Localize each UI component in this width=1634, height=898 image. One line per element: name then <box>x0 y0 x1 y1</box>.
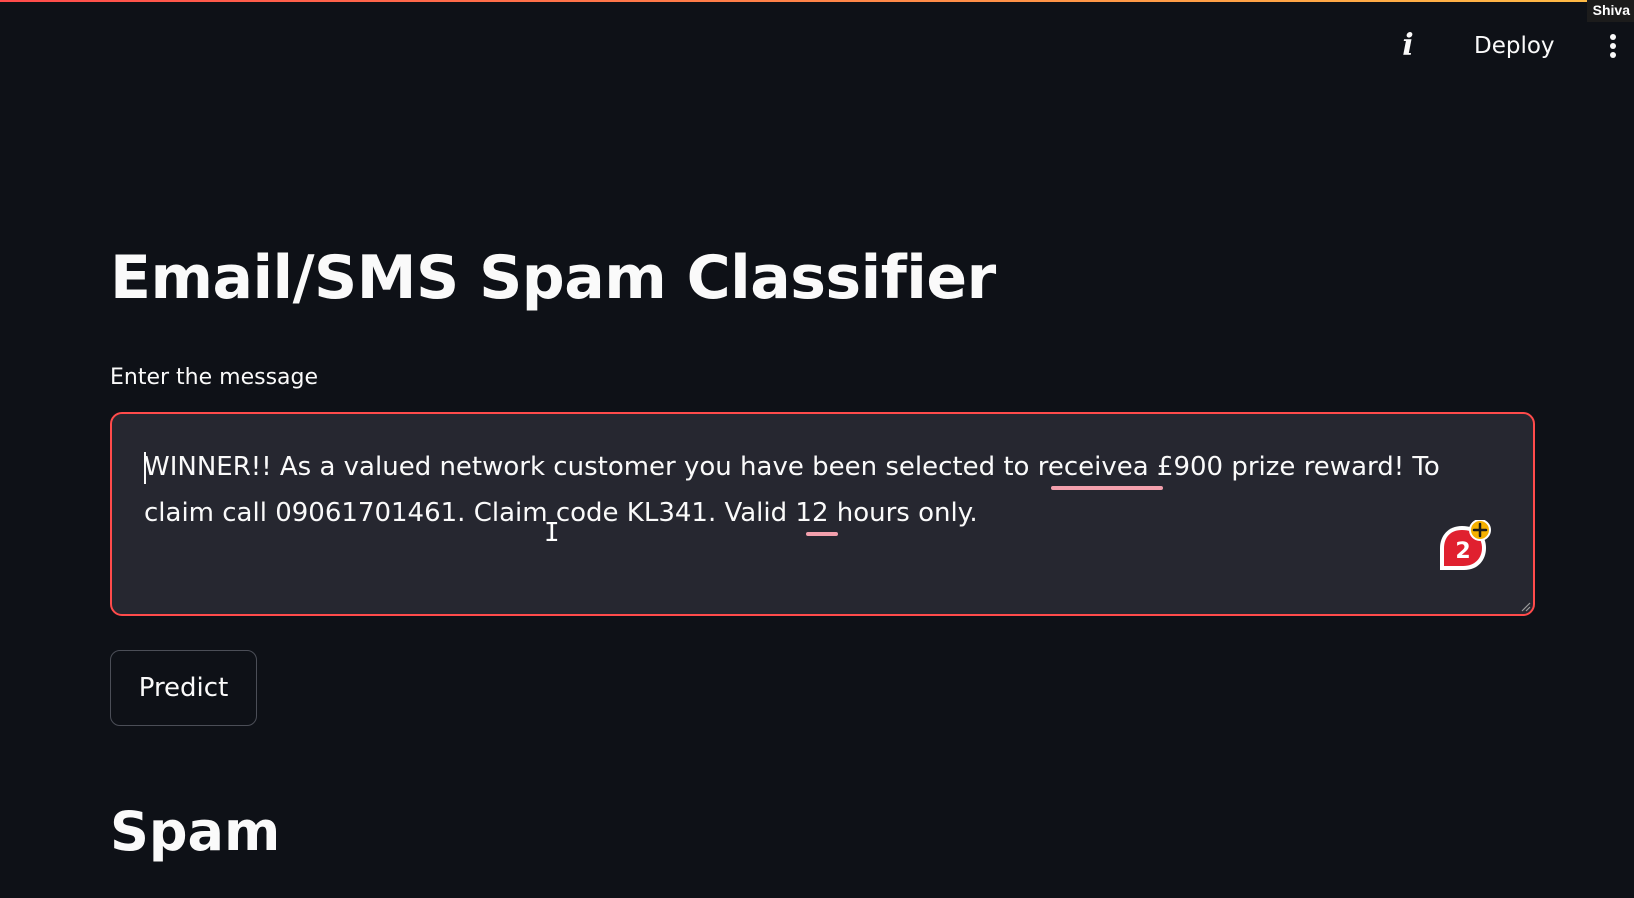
user-name-tag: Shiva <box>1586 0 1634 22</box>
app-header: i Deploy Shiva <box>0 0 1634 90</box>
streamlit-app: i Deploy Shiva Email/SMS Spam Classifier… <box>0 0 1634 898</box>
predict-button[interactable]: Predict <box>110 650 257 726</box>
grammar-checker-badge-icon[interactable]: 2 <box>1432 520 1492 574</box>
spellcheck-underline-12 <box>806 532 838 536</box>
menu-dot <box>1610 43 1616 49</box>
text-cursor-icon: I <box>544 518 560 548</box>
prediction-result: Spam <box>110 800 281 863</box>
page-title: Email/SMS Spam Classifier <box>110 243 996 313</box>
menu-dot <box>1610 34 1616 40</box>
resize-handle-icon[interactable] <box>1521 602 1531 612</box>
vertical-dots-menu-icon[interactable] <box>1605 30 1621 62</box>
info-icon[interactable]: i <box>1396 30 1420 62</box>
menu-dot <box>1610 52 1616 58</box>
message-text[interactable]: WINNER!! As a valued network customer yo… <box>144 444 1483 536</box>
message-input-label: Enter the message <box>110 365 319 390</box>
spellcheck-underline-receivea <box>1051 486 1163 490</box>
message-textarea[interactable]: WINNER!! As a valued network customer yo… <box>110 412 1535 616</box>
deploy-button[interactable]: Deploy <box>1462 26 1567 66</box>
grammar-badge-count: 2 <box>1455 539 1470 564</box>
